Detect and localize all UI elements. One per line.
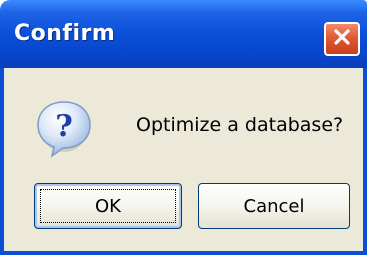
cancel-button-label: Cancel	[243, 195, 305, 217]
question-icon: ?	[34, 98, 94, 160]
dialog-body: ? Optimize a database? OK Cancel	[0, 68, 367, 255]
focus-rectangle	[40, 189, 176, 223]
title-bar[interactable]: Confirm	[0, 0, 367, 68]
close-button[interactable]	[324, 22, 360, 56]
cancel-button[interactable]: Cancel	[198, 183, 350, 229]
confirm-dialog: Confirm ? Optimize a database? OK Cancel	[0, 0, 367, 255]
confirm-message: Optimize a database?	[136, 114, 344, 136]
close-icon	[332, 27, 352, 51]
dialog-title: Confirm	[14, 21, 116, 46]
svg-text:?: ?	[55, 109, 73, 144]
ok-button[interactable]: OK	[34, 183, 182, 229]
